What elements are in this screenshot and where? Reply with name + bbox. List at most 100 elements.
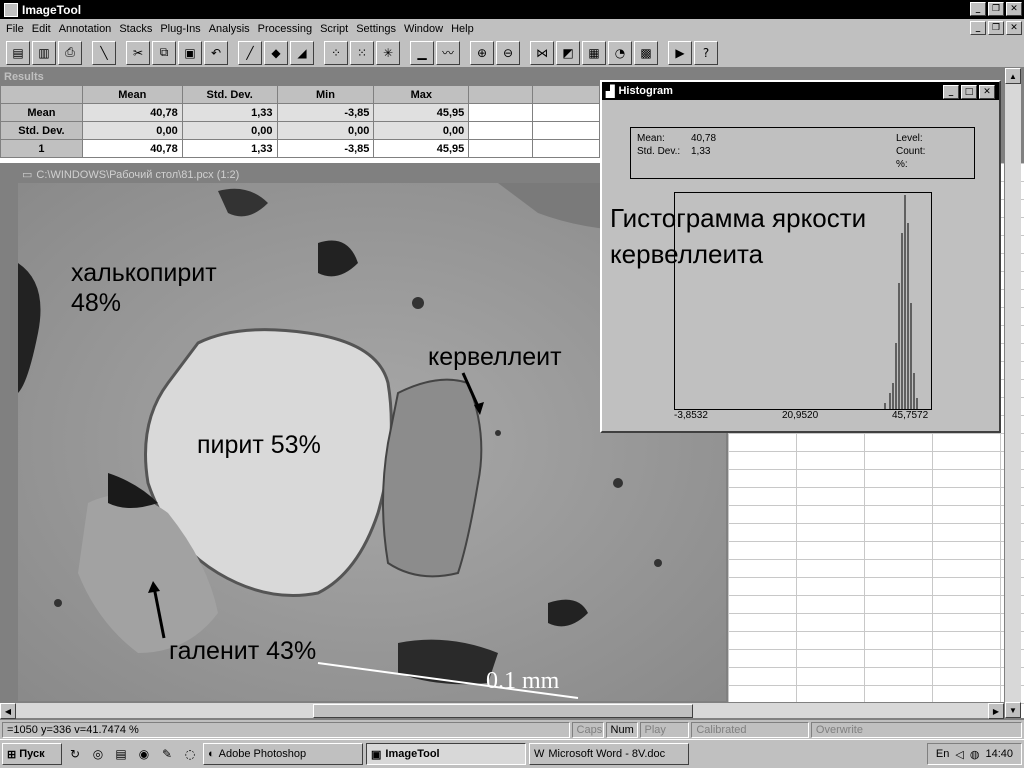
minimize-button[interactable]: _ — [970, 2, 986, 16]
calculator-icon[interactable]: ▦ — [582, 40, 606, 65]
doc-restore-button[interactable]: ❐ — [988, 21, 1004, 35]
start-button[interactable]: ⊞ Пуск — [2, 743, 62, 765]
table-row[interactable]: Std. Dev. 0,00 0,00 0,00 0,00 — [0, 121, 600, 140]
histogram-icon: ▟ — [606, 85, 615, 98]
menu-stacks[interactable]: Stacks — [115, 23, 156, 35]
scroll-down-icon[interactable]: ▼ — [1005, 702, 1021, 718]
horizontal-scrollbar[interactable]: ◀ ▶ — [0, 702, 1004, 719]
copy-icon[interactable]: ⧉ — [152, 40, 176, 65]
cell[interactable]: 45,95 — [373, 103, 470, 122]
quicklaunch-icon[interactable]: ▤ — [111, 744, 131, 764]
menu-analysis[interactable]: Analysis — [205, 23, 254, 35]
noise-icon[interactable]: ⁙ — [350, 40, 374, 65]
histogram-close-button[interactable]: ✕ — [979, 85, 995, 99]
table-row[interactable]: 1 40,78 1,33 -3,85 45,95 — [0, 139, 600, 158]
quicklaunch-icon[interactable]: ◉ — [134, 744, 154, 764]
image-icon: ▭ — [22, 169, 33, 181]
task-label: Microsoft Word - 8V.doc — [548, 748, 666, 760]
task-word[interactable]: W Microsoft Word - 8V.doc — [529, 743, 689, 765]
doc-close-button[interactable]: ✕ — [1006, 21, 1022, 35]
language-indicator[interactable]: En — [936, 748, 949, 760]
scroll-left-icon[interactable]: ◀ — [0, 703, 16, 719]
pencil-icon[interactable]: ╱ — [238, 40, 262, 65]
quicklaunch-icon[interactable]: ◌ — [180, 744, 200, 764]
task-label: Adobe Photoshop — [218, 748, 307, 760]
scroll-thumb[interactable] — [313, 704, 693, 718]
cell[interactable]: 0,00 — [276, 121, 375, 140]
app-titlebar: ImageTool _ ❐ ✕ — [0, 0, 1024, 19]
menu-file[interactable]: File — [2, 23, 28, 35]
volume-icon[interactable]: ◁ — [955, 748, 963, 761]
cell[interactable]: 1,33 — [181, 103, 278, 122]
zoom-out-icon[interactable]: ⊖ — [496, 40, 520, 65]
close-button[interactable]: ✕ — [1006, 2, 1022, 16]
quicklaunch-icon[interactable]: ↻ — [65, 744, 85, 764]
app-title: ImageTool — [22, 2, 82, 17]
undo-icon[interactable]: ↶ — [204, 40, 228, 65]
menu-plugins[interactable]: Plug-Ins — [156, 23, 204, 35]
cell[interactable]: 1,33 — [181, 139, 278, 158]
menu-processing[interactable]: Processing — [254, 23, 316, 35]
image-window-titlebar[interactable]: ▭ C:\WINDOWS\Рабочий стол\81.pcx (1:2) — [18, 166, 602, 183]
open-icon[interactable]: ▥ — [32, 40, 56, 65]
status-caps: Caps — [571, 721, 604, 738]
cell[interactable]: 45,95 — [373, 139, 470, 158]
column-header[interactable]: Min — [276, 85, 375, 104]
print-icon[interactable]: ⎙ — [58, 40, 82, 65]
contrast-icon[interactable]: ◩ — [556, 40, 580, 65]
system-tray: En ◁ ◍ 14:40 — [926, 743, 1022, 765]
column-header[interactable]: Max — [373, 85, 470, 104]
menu-annotation[interactable]: Annotation — [55, 23, 116, 35]
cell[interactable]: 0,00 — [81, 121, 183, 140]
dots-icon[interactable]: ⁘ — [324, 40, 348, 65]
cell[interactable]: 40,78 — [81, 139, 183, 158]
menu-help[interactable]: Help — [447, 23, 478, 35]
table-row[interactable]: Mean 40,78 1,33 -3,85 45,95 — [0, 103, 600, 122]
sharpen-icon[interactable]: ✳ — [376, 40, 400, 65]
vertical-scrollbar[interactable]: ▲ ▼ — [1004, 68, 1021, 718]
scroll-right-icon[interactable]: ▶ — [988, 703, 1004, 719]
profile-icon[interactable]: 〰 — [436, 40, 460, 65]
cell[interactable]: -3,85 — [276, 103, 375, 122]
doc-minimize-button[interactable]: _ — [970, 21, 986, 35]
help-icon[interactable]: ? — [694, 40, 718, 65]
restore-button[interactable]: ❐ — [988, 2, 1004, 16]
column-header[interactable]: Mean — [81, 85, 183, 104]
cell[interactable]: 0,00 — [373, 121, 470, 140]
clock[interactable]: 14:40 — [985, 748, 1013, 760]
task-photoshop[interactable]: ◐ Adobe Photoshop — [203, 743, 363, 765]
line-icon[interactable]: ╲ — [92, 40, 116, 65]
link-icon[interactable]: ⋈ — [530, 40, 554, 65]
level-label: Level: — [896, 133, 923, 144]
label-galenite: галенит 43% — [169, 637, 317, 665]
menu-window[interactable]: Window — [400, 23, 447, 35]
erase-icon[interactable]: ◢ — [290, 40, 314, 65]
menu-settings[interactable]: Settings — [352, 23, 400, 35]
menu-script[interactable]: Script — [316, 23, 352, 35]
photoshop-icon: ◐ — [208, 748, 215, 760]
cell[interactable]: 0,00 — [181, 121, 278, 140]
quicklaunch-icon[interactable]: ◎ — [88, 744, 108, 764]
histogram-maximize-button[interactable]: □ — [961, 85, 977, 99]
new-icon[interactable]: ▤ — [6, 40, 30, 65]
tray-icon[interactable]: ◍ — [970, 748, 980, 761]
column-header[interactable] — [0, 85, 83, 104]
pie-icon[interactable]: ◔ — [608, 40, 632, 65]
histogram-minimize-button[interactable]: _ — [943, 85, 959, 99]
histogram-icon[interactable]: ▁ — [410, 40, 434, 65]
cell[interactable]: -3,85 — [276, 139, 375, 158]
zoom-in-icon[interactable]: ⊕ — [470, 40, 494, 65]
cell[interactable]: 40,78 — [81, 103, 183, 122]
histogram-titlebar[interactable]: ▟ Histogram _ □ ✕ — [602, 82, 999, 100]
quicklaunch-icon[interactable]: ✎ — [157, 744, 177, 764]
histogram-title: Histogram — [618, 85, 673, 97]
paste-icon[interactable]: ▣ — [178, 40, 202, 65]
grid-icon[interactable]: ▩ — [634, 40, 658, 65]
cut-icon[interactable]: ✂ — [126, 40, 150, 65]
task-imagetool[interactable]: ▣ ImageTool — [366, 743, 526, 765]
play-icon[interactable]: ▶ — [668, 40, 692, 65]
menu-edit[interactable]: Edit — [28, 23, 55, 35]
column-header[interactable]: Std. Dev. — [181, 85, 278, 104]
fill-icon[interactable]: ◆ — [264, 40, 288, 65]
scroll-up-icon[interactable]: ▲ — [1005, 68, 1021, 84]
